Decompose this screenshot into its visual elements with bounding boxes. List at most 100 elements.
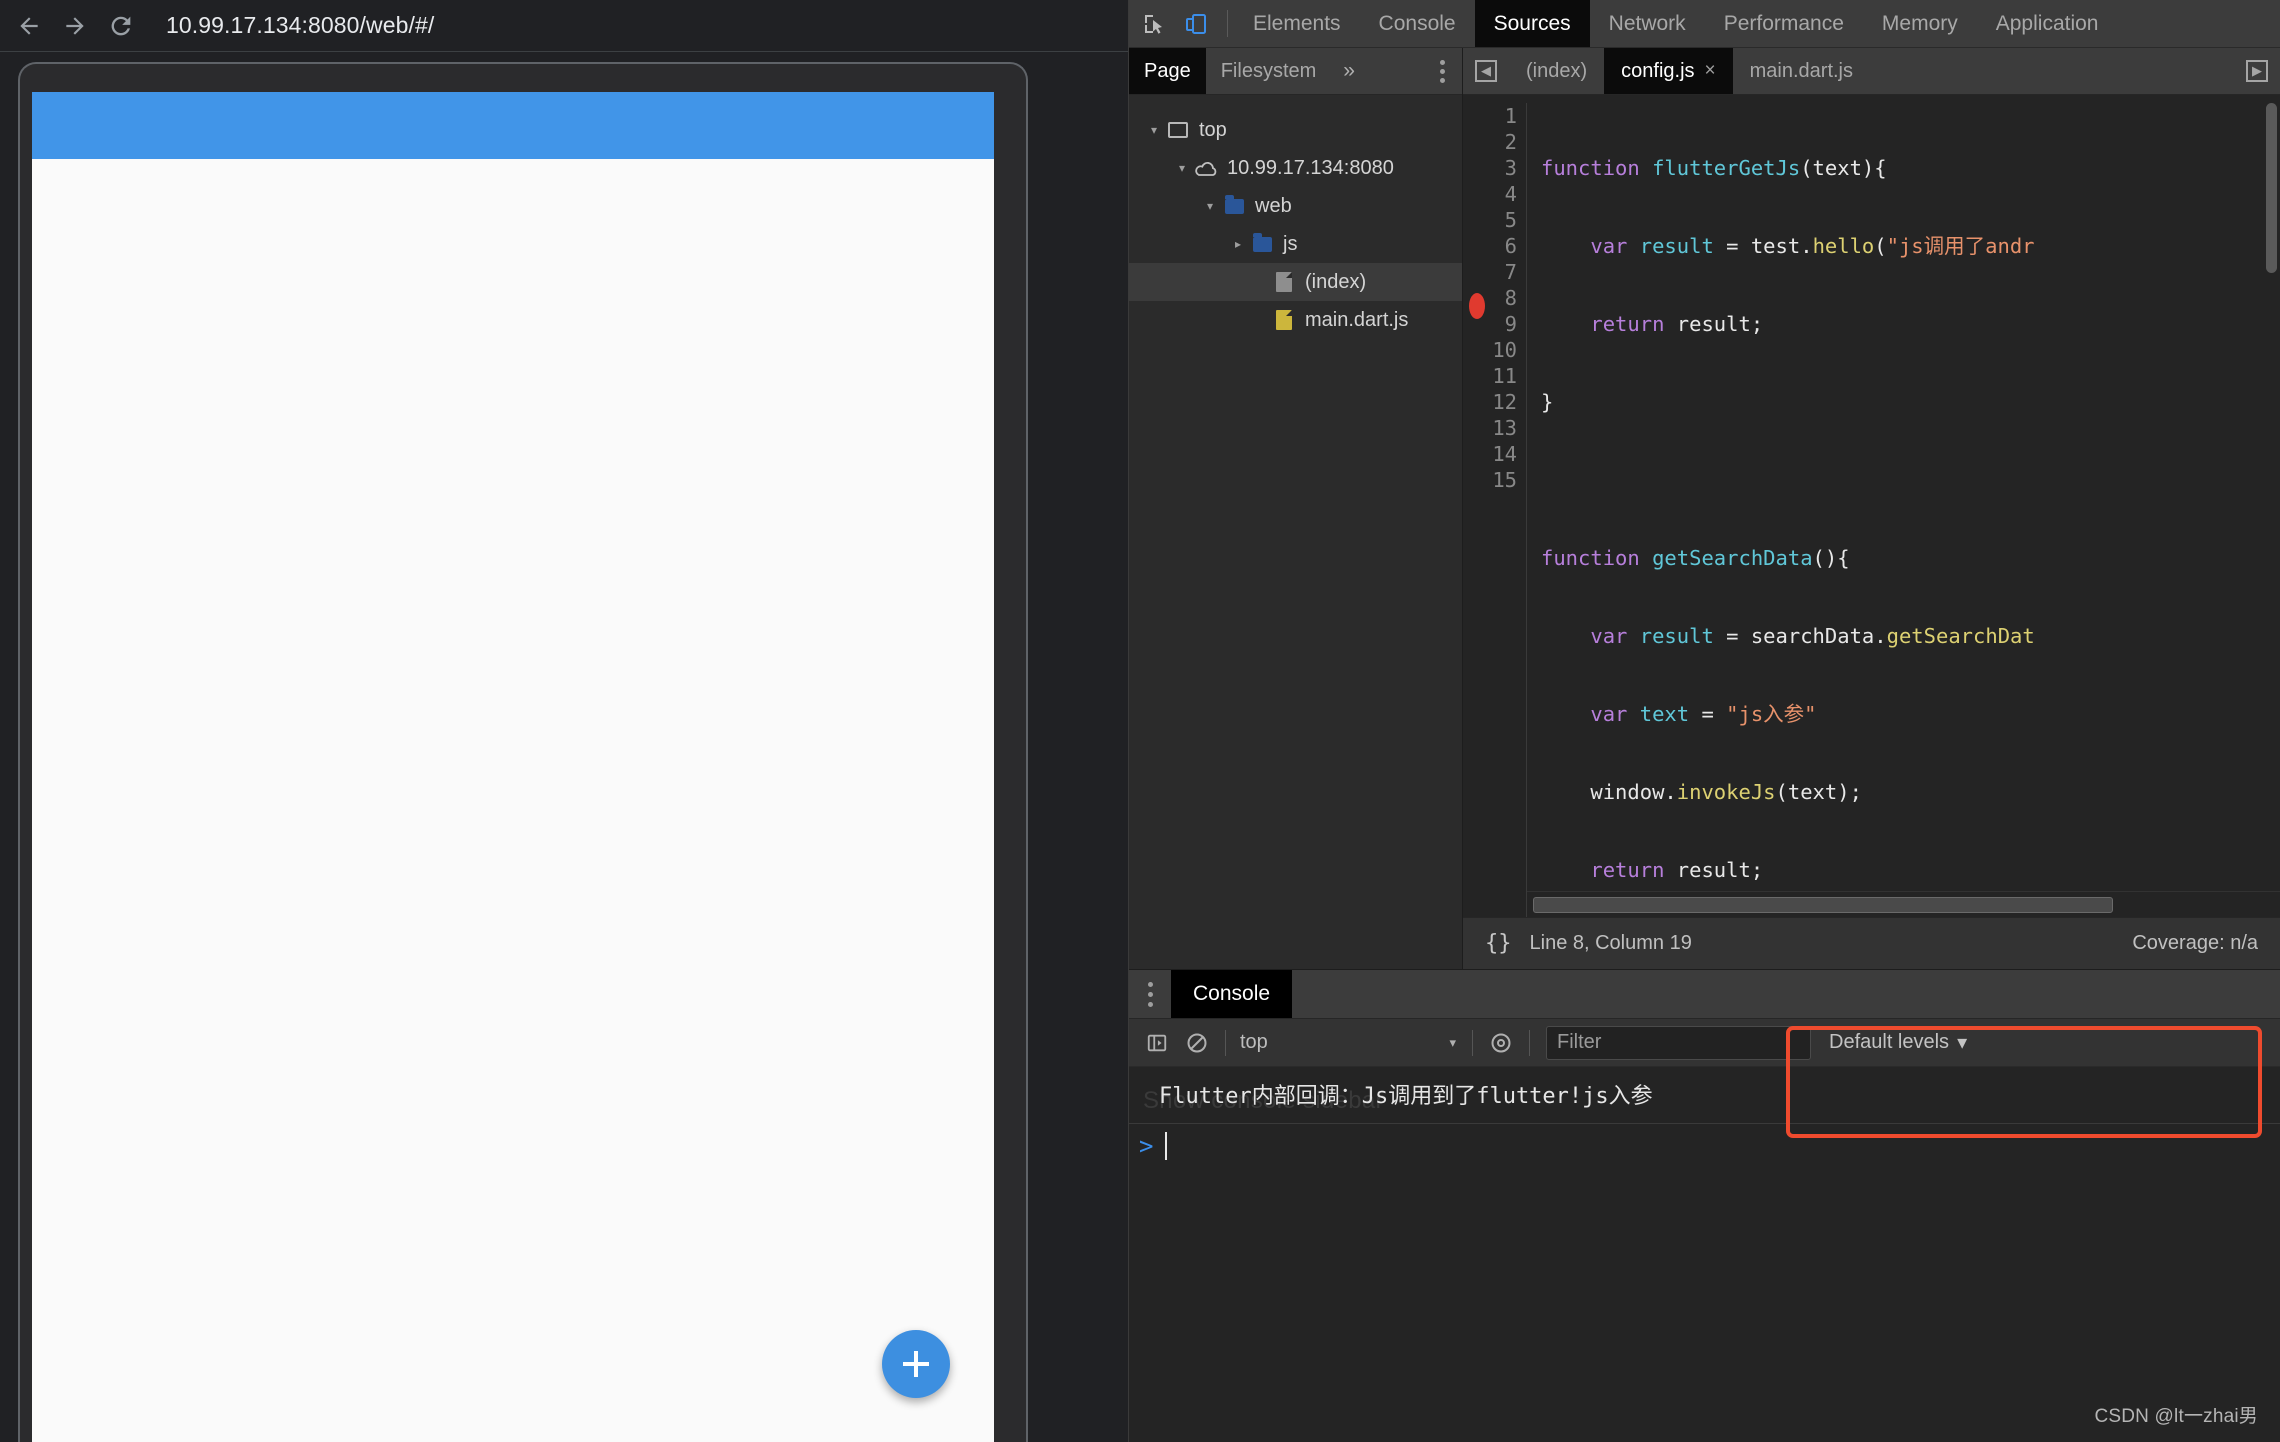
editor-vertical-scrollbar[interactable] bbox=[2266, 103, 2277, 273]
flutter-app-body bbox=[32, 159, 994, 1442]
code-editor[interactable]: 1 2 3 4 5 6 7 8 9 10 11 12 13 14 15 func… bbox=[1463, 95, 2280, 917]
editor-pane: ◀ (index) config.js × main.dart.js ▶ 1 2… bbox=[1463, 48, 2280, 969]
forward-arrow-icon[interactable] bbox=[52, 3, 98, 49]
code-line: return result; bbox=[1590, 312, 1764, 336]
url-text[interactable]: 10.99.17.134:8080/web/#/ bbox=[166, 12, 434, 39]
tree-item-label: js bbox=[1283, 232, 1298, 255]
window-icon bbox=[1165, 122, 1191, 138]
watermark: CSDN @lt一zhai男 bbox=[2094, 1406, 2258, 1427]
code-line: var text = "js入参" bbox=[1590, 702, 1817, 726]
console-log-levels-select[interactable]: Default levels ▾ bbox=[1829, 1030, 1967, 1055]
screen-root: 10.99.17.134:8080/web/#/ Elements Consol… bbox=[0, 0, 2280, 1442]
toolbar-divider bbox=[1227, 10, 1228, 37]
tree-item-origin[interactable]: ▾ 10.99.17.134:8080 bbox=[1129, 149, 1462, 187]
browser-url-bar: 10.99.17.134:8080/web/#/ bbox=[0, 0, 1128, 52]
tab-elements[interactable]: Elements bbox=[1234, 0, 1360, 47]
chevron-down-icon[interactable]: ▾ bbox=[1143, 123, 1165, 137]
code-line: window.invokeJs(text); bbox=[1541, 780, 1862, 804]
line-number-gutter[interactable]: 1 2 3 4 5 6 7 8 9 10 11 12 13 14 15 bbox=[1463, 103, 1527, 917]
previous-tab-glyph: ◀ bbox=[1475, 60, 1497, 82]
editor-status-bar: {} Line 8, Column 19 Coverage: n/a bbox=[1463, 917, 2280, 969]
device-frame bbox=[18, 62, 1028, 1442]
console-context-value: top bbox=[1240, 1031, 1268, 1053]
chevron-down-icon[interactable]: ▾ bbox=[1171, 161, 1193, 175]
scrollbar-thumb[interactable] bbox=[1533, 897, 2113, 913]
toolbar-divider bbox=[1472, 1029, 1473, 1056]
prompt-chevron-icon: > bbox=[1139, 1132, 1154, 1160]
chevron-right-icon[interactable]: ▸ bbox=[1227, 237, 1249, 251]
line-number: 11 bbox=[1492, 364, 1517, 388]
tree-item-index[interactable]: (index) bbox=[1129, 263, 1462, 301]
chevron-down-icon: ▾ bbox=[1449, 1034, 1456, 1050]
show-console-sidebar-icon[interactable] bbox=[1137, 1025, 1177, 1061]
flutter-app-bar bbox=[32, 92, 994, 159]
line-number: 7 bbox=[1504, 260, 1517, 284]
editor-tab-config-js[interactable]: config.js × bbox=[1604, 48, 1733, 94]
line-number: 4 bbox=[1504, 182, 1517, 206]
code-line: } bbox=[1541, 390, 1554, 414]
line-number: 1 bbox=[1504, 104, 1517, 128]
navigator-menu-icon[interactable] bbox=[1422, 48, 1462, 94]
code-line: return result; bbox=[1590, 858, 1764, 882]
tree-item-top[interactable]: ▾ top bbox=[1129, 111, 1462, 149]
live-expression-icon[interactable] bbox=[1481, 1025, 1521, 1061]
tree-item-web[interactable]: ▾ web bbox=[1129, 187, 1462, 225]
sources-panel: Page Filesystem » ▾ top ▾ 10.99.17.134:8… bbox=[1129, 48, 2280, 969]
editor-tab-index[interactable]: (index) bbox=[1509, 48, 1604, 94]
back-arrow-icon[interactable] bbox=[6, 3, 52, 49]
line-number: 6 bbox=[1504, 234, 1517, 258]
line-number: 5 bbox=[1504, 208, 1517, 232]
editor-tab-main-dart-js[interactable]: main.dart.js bbox=[1733, 48, 1870, 94]
clear-console-icon[interactable] bbox=[1177, 1025, 1217, 1061]
drawer-tab-console[interactable]: Console bbox=[1171, 970, 1293, 1018]
devtools-tool-icons bbox=[1129, 0, 1221, 47]
chevron-down-icon[interactable]: ▾ bbox=[1199, 199, 1221, 213]
console-output[interactable]: Show console sidebar Flutter内部回调：Js调用到了f… bbox=[1129, 1067, 2280, 1442]
pretty-print-icon[interactable]: {} bbox=[1485, 931, 1512, 956]
file-tree: ▾ top ▾ 10.99.17.134:8080 ▾ web ▸ js (in… bbox=[1129, 95, 1462, 339]
toolbar-divider bbox=[1529, 1029, 1530, 1056]
console-message: Flutter内部回调：Js调用到了flutter!js入参 bbox=[1129, 1067, 2280, 1124]
console-prompt[interactable]: > bbox=[1129, 1124, 2280, 1168]
device-toolbar-icon[interactable] bbox=[1177, 5, 1215, 43]
tab-application[interactable]: Application bbox=[1977, 0, 2118, 47]
tab-sources[interactable]: Sources bbox=[1474, 0, 1590, 47]
line-number: 15 bbox=[1492, 468, 1517, 492]
tree-item-js[interactable]: ▸ js bbox=[1129, 225, 1462, 263]
js-document-icon bbox=[1271, 310, 1297, 330]
tree-item-main-dart-js[interactable]: main.dart.js bbox=[1129, 301, 1462, 339]
code-line: function flutterGetJs(text){ bbox=[1541, 156, 1887, 180]
editor-tab-label: config.js bbox=[1621, 59, 1695, 82]
tree-item-label: web bbox=[1255, 194, 1292, 217]
floating-action-button[interactable] bbox=[882, 1330, 950, 1398]
navigator-tabbar: Page Filesystem » bbox=[1129, 48, 1462, 95]
tab-memory[interactable]: Memory bbox=[1863, 0, 1977, 47]
cloud-icon bbox=[1193, 159, 1219, 177]
line-number: 3 bbox=[1504, 156, 1517, 180]
cursor-position: Line 8, Column 19 bbox=[1529, 932, 1692, 954]
reload-icon[interactable] bbox=[98, 3, 144, 49]
log-levels-label: Default levels bbox=[1829, 1031, 1950, 1053]
navigator-more-tabs-icon[interactable]: » bbox=[1331, 48, 1367, 94]
next-tab-icon[interactable]: ▶ bbox=[2234, 48, 2280, 94]
navigator-pane: Page Filesystem » ▾ top ▾ 10.99.17.134:8… bbox=[1129, 48, 1463, 969]
close-icon[interactable]: × bbox=[1705, 60, 1716, 82]
line-number: 10 bbox=[1492, 338, 1517, 362]
console-filter-input[interactable]: Filter bbox=[1546, 1025, 1811, 1060]
tab-network[interactable]: Network bbox=[1590, 0, 1705, 47]
document-icon bbox=[1271, 272, 1297, 292]
previous-tab-icon[interactable]: ◀ bbox=[1463, 48, 1509, 94]
drawer-tabbar: Console bbox=[1129, 969, 2280, 1019]
tab-performance[interactable]: Performance bbox=[1705, 0, 1863, 47]
nav-tab-page[interactable]: Page bbox=[1129, 48, 1206, 94]
console-context-select[interactable]: top ▾ bbox=[1234, 1031, 1464, 1054]
text-caret bbox=[1165, 1132, 1168, 1160]
drawer-menu-icon[interactable] bbox=[1129, 970, 1171, 1018]
editor-horizontal-scrollbar[interactable] bbox=[1527, 891, 2280, 917]
devtools-panel: Elements Console Sources Network Perform… bbox=[1128, 0, 2280, 1442]
nav-tab-filesystem[interactable]: Filesystem bbox=[1206, 48, 1332, 94]
breakpoint-marker[interactable] bbox=[1469, 293, 1485, 319]
editor-tabbar: ◀ (index) config.js × main.dart.js ▶ bbox=[1463, 48, 2280, 95]
tab-console[interactable]: Console bbox=[1360, 0, 1475, 47]
inspect-element-icon[interactable] bbox=[1135, 5, 1173, 43]
